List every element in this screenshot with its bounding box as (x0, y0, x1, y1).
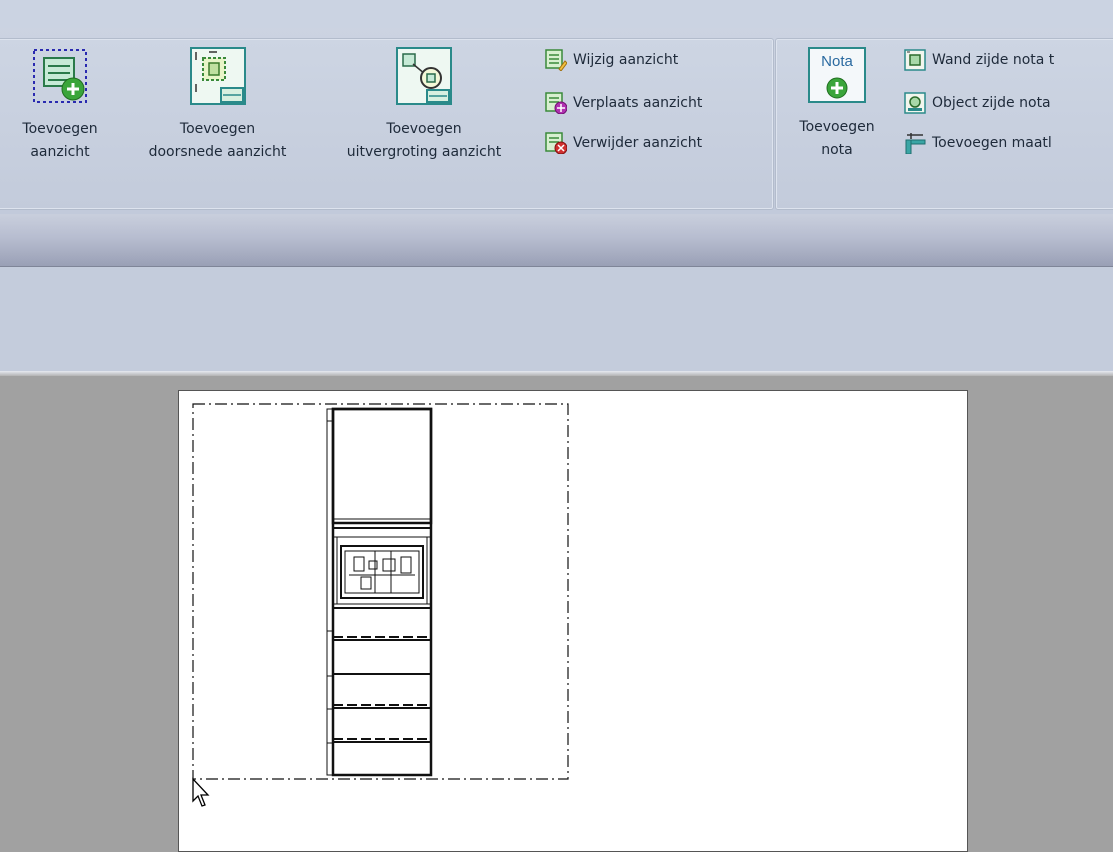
section-view-icon (187, 46, 249, 116)
note-icon-text: Nota (821, 53, 853, 70)
add-view-label-1: Toevoegen (22, 121, 98, 137)
elevation-drawing (192, 403, 569, 780)
wall-side-note-label: Wand zijde nota t (932, 52, 1055, 68)
object-side-note-button[interactable]: Object zijde nota (904, 89, 1051, 117)
add-detail-view-label-2: uitvergroting aanzicht (346, 144, 502, 160)
add-section-view-label-2: doorsnede aanzicht (148, 144, 287, 160)
add-section-view-button[interactable]: Toevoegen doorsnede aanzicht (120, 46, 315, 186)
delete-view-label: Verwijder aanzicht (573, 135, 703, 151)
add-view-button[interactable]: Toevoegen aanzicht (0, 46, 120, 186)
object-note-icon (904, 92, 926, 114)
move-view-button[interactable]: Verplaats aanzicht (545, 89, 702, 117)
add-detail-view-label-1: Toevoegen (386, 121, 462, 137)
add-view-icon (30, 46, 90, 114)
panel-splitter[interactable] (0, 371, 1113, 376)
object-side-note-label: Object zijde nota (932, 95, 1051, 111)
add-dimension-button[interactable]: Toevoegen maatl (904, 129, 1052, 157)
properties-panel (0, 267, 1113, 371)
ribbon: Toevoegen aanzicht Toevoegen doorsnede a… (0, 0, 1113, 214)
add-detail-view-button[interactable]: Toevoegen uitvergroting aanzicht (315, 46, 533, 186)
dimension-icon (905, 133, 926, 154)
note-icon: Nota (806, 46, 868, 116)
add-note-label-1: Toevoegen (799, 119, 875, 135)
drawing-sheet[interactable] (178, 390, 968, 852)
arrow-cursor-icon (192, 777, 210, 807)
view-boundary (192, 403, 569, 780)
ribbon-collapse-bar (0, 214, 1113, 267)
edit-view-icon (545, 49, 567, 71)
wall-note-icon (904, 49, 926, 71)
delete-view-button[interactable]: Verwijder aanzicht (545, 129, 702, 157)
cabinet-elevation (326, 407, 433, 777)
edit-view-button[interactable]: Wijzig aanzicht (545, 46, 678, 74)
add-dimension-label: Toevoegen maatl (932, 135, 1052, 151)
wall-side-note-button[interactable]: Wand zijde nota t (904, 46, 1054, 74)
delete-view-icon (545, 132, 567, 154)
add-view-label-2: aanzicht (30, 144, 90, 160)
add-note-button[interactable]: Nota Toevoegen nota (778, 46, 896, 186)
add-note-label-2: nota (821, 142, 853, 158)
edit-view-label: Wijzig aanzicht (573, 52, 679, 68)
move-view-label: Verplaats aanzicht (573, 95, 703, 111)
add-section-view-label-1: Toevoegen (179, 121, 256, 137)
move-view-icon (545, 92, 567, 114)
ribbon-tab-strip (0, 0, 1113, 28)
detail-view-icon (393, 46, 455, 116)
